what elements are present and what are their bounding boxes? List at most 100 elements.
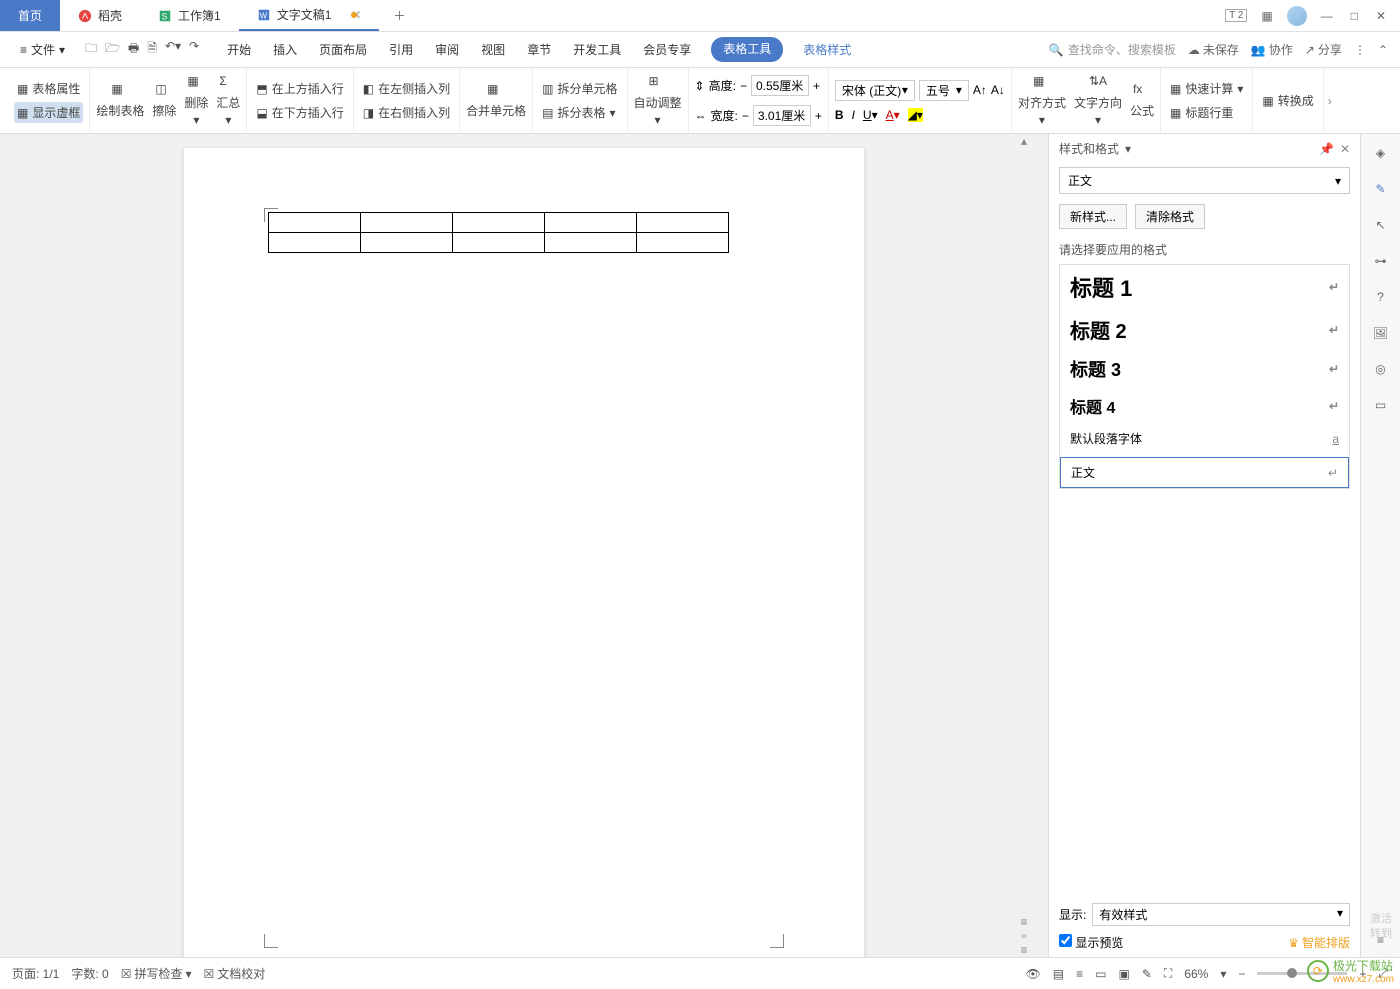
tool-help-icon[interactable]: ? <box>1377 290 1384 304</box>
quick-calc-button[interactable]: ▦ 快速计算▾ <box>1167 78 1246 99</box>
view-page-icon[interactable]: ▤ <box>1053 967 1064 981</box>
font-color-button[interactable]: A▾ <box>886 108 900 122</box>
font-shrink-icon[interactable]: A↓ <box>991 83 1005 97</box>
menu-table-style[interactable]: 表格样式 <box>801 37 853 62</box>
summary-button[interactable]: Σ汇总▾ <box>216 74 240 127</box>
align-button[interactable]: ▦对齐方式▾ <box>1018 74 1066 127</box>
scroll-up-icon[interactable]: ▴ <box>1021 134 1027 148</box>
menu-section[interactable]: 章节 <box>525 37 553 62</box>
tool-book-icon[interactable]: ▭ <box>1375 398 1386 412</box>
collapse-ribbon-icon[interactable]: ⌃ <box>1378 43 1388 57</box>
tool-diamond-icon[interactable]: ◈ <box>1376 146 1385 160</box>
font-grow-icon[interactable]: A↑ <box>973 83 987 97</box>
style-heading1[interactable]: 标题 1↵ <box>1060 265 1349 309</box>
zoom-out-button[interactable]: − <box>1238 967 1245 981</box>
scroll-next-icon[interactable]: ≡ <box>1020 943 1027 957</box>
menu-insert[interactable]: 插入 <box>271 37 299 62</box>
split-table-button[interactable]: ▤ 拆分表格 ▾ <box>539 102 620 123</box>
status-eye-icon[interactable]: 👁 <box>1026 967 1041 981</box>
tab-workbook[interactable]: S 工作簿1 <box>140 0 239 31</box>
underline-button[interactable]: U▾ <box>863 108 878 122</box>
menu-member[interactable]: 会员专享 <box>641 37 693 62</box>
tool-settings-icon[interactable]: ⊶ <box>1375 254 1387 268</box>
current-style-select[interactable]: 正文▾ <box>1059 167 1350 194</box>
command-search[interactable]: 🔍 查找命令、搜索模板 <box>1049 41 1176 58</box>
vertical-scrollbar[interactable]: ▴ ≡ ∘ ≡ <box>1016 134 1032 957</box>
font-select[interactable]: 宋体 (正文)▾ <box>835 80 915 101</box>
insert-left-button[interactable]: ◧ 在左侧插入列 <box>360 78 453 99</box>
height-inc[interactable]: + <box>813 79 820 93</box>
tool-select-icon[interactable]: ↖ <box>1375 218 1385 232</box>
view-edit-icon[interactable]: ✎ <box>1142 967 1152 981</box>
scroll-marker-icon[interactable]: ∘ <box>1020 929 1028 943</box>
coop-button[interactable]: 👥协作 <box>1251 41 1293 58</box>
width-inc[interactable]: + <box>815 109 822 123</box>
convert-button[interactable]: ▦ 转换成 <box>1259 90 1316 111</box>
style-heading2[interactable]: 标题 2↵ <box>1060 309 1349 350</box>
status-words[interactable]: 字数: 0 <box>71 965 108 982</box>
style-heading4[interactable]: 标题 4↵ <box>1060 388 1349 424</box>
tab-daoke[interactable]: 稻壳 <box>60 0 140 31</box>
qat-print-icon[interactable]: 🗁 <box>105 39 120 60</box>
menu-layout[interactable]: 页面布局 <box>317 37 369 62</box>
zoom-value[interactable]: 66% <box>1184 967 1208 981</box>
view-outline-icon[interactable]: ≡ <box>1076 967 1083 981</box>
document-table[interactable] <box>268 212 729 253</box>
qat-undo-icon[interactable]: ↶▾ <box>165 39 181 60</box>
smart-layout-button[interactable]: ♛智能排版 <box>1288 934 1350 951</box>
insert-below-button[interactable]: ⬓ 在下方插入行 <box>253 102 346 123</box>
style-normal[interactable]: 正文↵ <box>1060 457 1349 488</box>
file-menu[interactable]: ≡ 文件 ▾ <box>12 37 73 62</box>
erase-button[interactable]: ◫擦除 <box>152 82 176 119</box>
view-read-icon[interactable]: ▣ <box>1118 967 1129 981</box>
insert-above-button[interactable]: ⬒ 在上方插入行 <box>253 78 346 99</box>
title-repeat-button[interactable]: ▦ 标题行重 <box>1167 102 1246 123</box>
new-style-button[interactable]: 新样式... <box>1059 204 1127 229</box>
tool-image-icon[interactable]: 🖼 <box>1373 326 1388 340</box>
window-minimize-button[interactable]: ― <box>1317 7 1337 25</box>
highlight-button[interactable]: ◢▾ <box>908 108 923 122</box>
width-dec[interactable]: − <box>742 109 749 123</box>
pin-icon[interactable]: 📌 <box>1319 142 1334 156</box>
view-web-icon[interactable]: ▭ <box>1095 967 1106 981</box>
app-grid-icon[interactable]: ▦ <box>1257 7 1276 25</box>
preview-checkbox[interactable]: 显示预览 <box>1059 934 1123 951</box>
style-heading3[interactable]: 标题 3↵ <box>1060 350 1349 388</box>
tool-pen-icon[interactable]: ✎ <box>1375 182 1385 196</box>
text-dir-button[interactable]: ⇅A文字方向▾ <box>1074 74 1122 127</box>
ribbon-scroll-right[interactable]: › <box>1324 90 1336 112</box>
menu-start[interactable]: 开始 <box>225 37 253 62</box>
qat-export-icon[interactable]: 🗎 <box>147 39 157 60</box>
unsaved-indicator[interactable]: ☁未保存 <box>1188 41 1239 58</box>
menu-dev[interactable]: 开发工具 <box>571 37 623 62</box>
header-badge-icon[interactable]: T 2 <box>1225 9 1247 22</box>
qat-save-icon[interactable]: 🗀 <box>85 39 97 60</box>
width-input[interactable]: 3.01厘米 <box>753 105 811 126</box>
status-spell[interactable]: ☒ 拼写检查 ▾ <box>121 965 192 982</box>
zoom-fit-icon[interactable]: ⛶ <box>1164 966 1172 981</box>
font-size-select[interactable]: 五号▾ <box>919 80 969 101</box>
style-default-font[interactable]: 默认段落字体a <box>1060 424 1349 453</box>
status-proof[interactable]: ☒ 文档校对 <box>204 965 266 982</box>
tab-home[interactable]: 首页 <box>0 0 60 31</box>
table-props-button[interactable]: ▦ 表格属性 <box>14 78 83 99</box>
insert-right-button[interactable]: ◨ 在右侧插入列 <box>360 102 453 123</box>
height-input[interactable]: 0.55厘米 <box>751 75 809 96</box>
height-dec[interactable]: − <box>740 79 747 93</box>
qat-redo-icon[interactable]: ↷ <box>189 39 199 60</box>
window-maximize-button[interactable]: □ <box>1347 7 1362 25</box>
panel-close-icon[interactable]: ✕ <box>1340 142 1350 156</box>
window-close-button[interactable]: ✕ <box>1372 7 1390 25</box>
status-page[interactable]: 页面: 1/1 <box>12 965 59 982</box>
menu-ref[interactable]: 引用 <box>387 37 415 62</box>
share-button[interactable]: ↗分享 <box>1305 41 1342 58</box>
delete-button[interactable]: ▦删除▾ <box>184 74 208 127</box>
autofit-button[interactable]: ⊞自动调整▾ <box>634 74 682 127</box>
show-frame-button[interactable]: ▦ 显示虚框 <box>14 102 83 123</box>
menu-review[interactable]: 审阅 <box>433 37 461 62</box>
menu-table-tool[interactable]: 表格工具 <box>711 37 783 62</box>
qat-preview-icon[interactable]: 🖶 <box>128 39 139 60</box>
italic-button[interactable]: I <box>852 108 855 122</box>
clear-format-button[interactable]: 清除格式 <box>1135 204 1205 229</box>
split-cell-button[interactable]: ▥ 拆分单元格 <box>539 78 620 99</box>
